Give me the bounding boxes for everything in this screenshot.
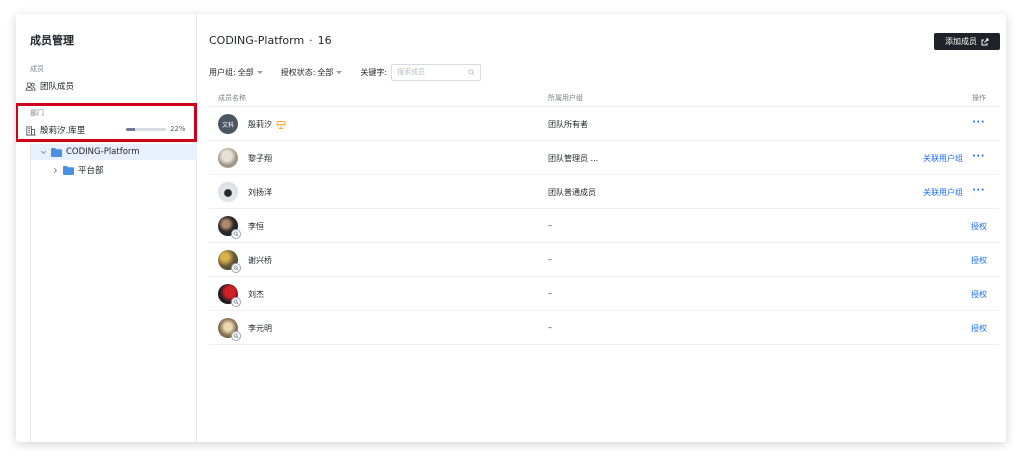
auth-filter-select[interactable]: 全部 [317, 67, 343, 78]
sidebar-title: 成员管理 [30, 34, 74, 47]
table-row: 李元明 – 授权 [209, 311, 999, 345]
member-name: 黎子翔 [248, 154, 272, 163]
avatar [218, 250, 241, 273]
column-action: 操作 [972, 94, 986, 102]
sidebar-item-label: 团队成员 [40, 82, 75, 92]
member-group: – [548, 289, 552, 298]
search-placeholder: 搜索成员 [397, 68, 426, 76]
member-group: – [548, 221, 552, 230]
search-icon [468, 68, 475, 75]
user-search-icon [233, 231, 239, 237]
chevron-right-icon[interactable] [51, 166, 59, 174]
keyword-label: 关键字: [360, 67, 388, 77]
users-icon [24, 80, 36, 92]
user-search-icon [233, 299, 239, 305]
column-name: 成员名称 [218, 94, 246, 102]
authorize-button[interactable]: 授权 [971, 323, 987, 334]
table-row: 黎子翔 团队管理员 ... 关联用户组 ··· [209, 141, 999, 175]
member-name: 殷莉汐 [248, 120, 272, 129]
authorize-button[interactable]: 授权 [971, 255, 987, 266]
unauthorized-badge [231, 263, 241, 273]
group-filter-label: 用户组: [209, 67, 236, 77]
member-name: 李元明 [248, 324, 272, 333]
tree-guide-line [30, 144, 31, 442]
group-filter-value: 全部 [237, 67, 254, 77]
avatar: 文科 [218, 114, 238, 134]
sidebar: 成员管理 成员 团队成员 部门 殷莉汐.库里 22% CODING-Platfo… [16, 14, 197, 442]
user-search-icon [233, 333, 239, 339]
table-row: 李恒 – 授权 [209, 209, 999, 243]
member-name: 刘扬洋 [248, 188, 272, 197]
tree-item-platform-dept[interactable]: 平台部 [31, 162, 197, 178]
folder-icon [51, 147, 62, 157]
filter-bar: 用户组: 全部 授权状态: 全部 关键字: 搜索成员 [209, 63, 482, 81]
table-header: 成员名称 所属用户组 操作 [209, 90, 999, 107]
more-actions-button[interactable]: ··· [972, 117, 985, 128]
unauthorized-badge [231, 331, 241, 341]
add-member-label: 添加成员 [945, 37, 977, 46]
title-separator: · [309, 34, 313, 47]
member-group: 团队普通成员 [548, 188, 596, 197]
auth-filter-label: 授权状态: [280, 67, 316, 77]
owner-badge-icon [276, 120, 286, 129]
authorize-button[interactable]: 授权 [971, 289, 987, 300]
department-title: CODING-Platform [209, 34, 305, 47]
column-group: 所属用户组 [548, 94, 583, 102]
link-usergroup-button[interactable]: 关联用户组 [923, 153, 963, 164]
unauthorized-badge [231, 297, 241, 307]
avatar-text: 文科 [221, 121, 234, 129]
avatar [218, 318, 241, 341]
table-row: 谢兴桥 – 授权 [209, 243, 999, 277]
table-row: 刘扬洋 团队普通成员 关联用户组 ··· [209, 175, 999, 209]
main-content: CODING-Platform · 16 添加成员 用户组: 全部 授权状态: … [197, 14, 1006, 442]
unauthorized-badge [231, 229, 241, 239]
section-members-label: 成员 [30, 65, 44, 73]
avatar [218, 148, 238, 168]
external-link-icon [981, 38, 989, 45]
avatar [218, 182, 238, 202]
caret-down-icon [256, 70, 263, 74]
highlight-box [16, 103, 197, 142]
link-usergroup-button[interactable]: 关联用户组 [923, 187, 963, 198]
tree-item-label: CODING-Platform [66, 147, 140, 157]
caret-down-icon [336, 70, 343, 74]
tree-item-label: 平台部 [78, 166, 104, 176]
folder-icon [63, 165, 74, 175]
tree-item-coding-platform[interactable]: CODING-Platform [31, 144, 197, 160]
more-actions-button[interactable]: ··· [972, 185, 985, 196]
member-name: 刘杰 [248, 290, 264, 299]
member-group: – [548, 323, 552, 332]
add-member-button[interactable]: 添加成员 [934, 33, 1000, 50]
search-input[interactable]: 搜索成员 [391, 63, 482, 81]
member-group: – [548, 255, 552, 264]
avatar [218, 284, 241, 307]
page-title: CODING-Platform · 16 [209, 34, 332, 47]
group-filter-select[interactable]: 全部 [238, 67, 263, 78]
sidebar-item-team-members[interactable]: 团队成员 [24, 78, 191, 94]
user-search-icon [233, 265, 239, 271]
member-name: 李恒 [248, 222, 264, 231]
member-group: 团队管理员 ... [548, 154, 599, 163]
table-row: 文科 殷莉汐 团队所有者 ··· [209, 107, 999, 141]
authorize-button[interactable]: 授权 [971, 221, 987, 232]
app-window: 成员管理 成员 团队成员 部门 殷莉汐.库里 22% CODING-Platfo… [16, 14, 1006, 442]
avatar [218, 216, 241, 239]
member-count: 16 [317, 34, 332, 47]
chevron-down-icon[interactable] [39, 148, 47, 156]
member-group: 团队所有者 [548, 120, 588, 129]
more-actions-button[interactable]: ··· [972, 151, 985, 162]
table-row: 刘杰 – 授权 [209, 277, 999, 311]
member-name: 谢兴桥 [248, 256, 272, 265]
auth-filter-value: 全部 [317, 67, 334, 77]
